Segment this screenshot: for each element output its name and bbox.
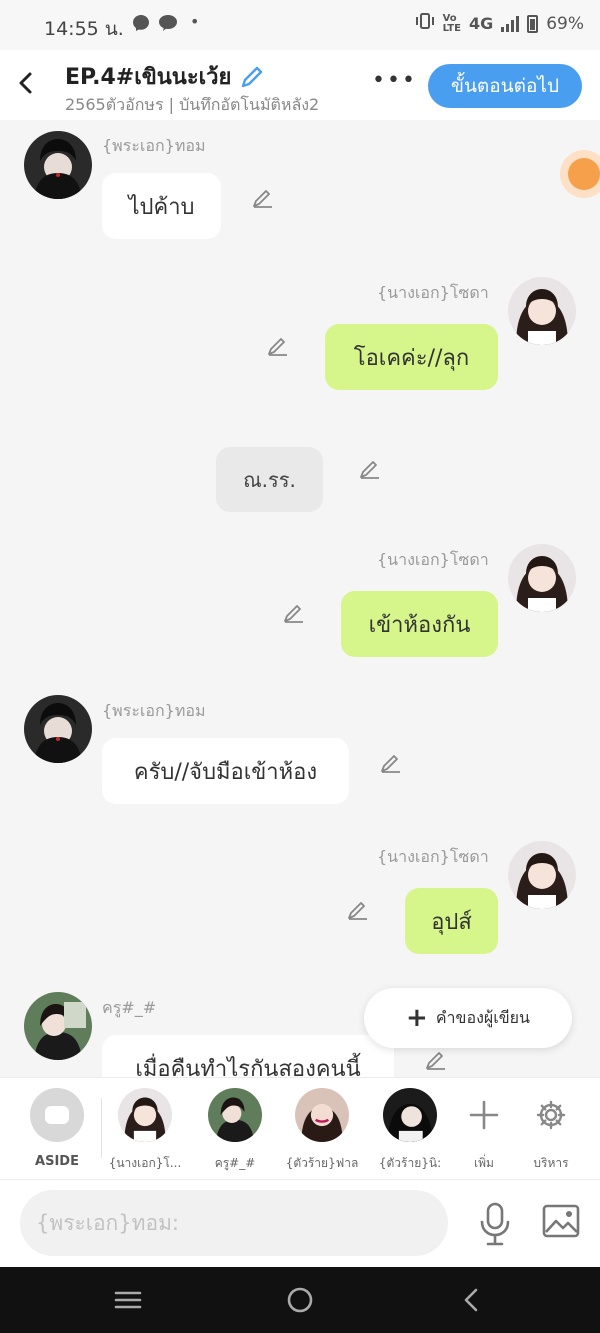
avatar-soda[interactable] (508, 277, 576, 345)
edit-message-icon[interactable] (346, 898, 370, 922)
character-bar: ASIDE {นางเอก}โ... ครู#_# {ตัวร้าย}ฟาล {… (0, 1077, 600, 1179)
message-input[interactable] (20, 1190, 448, 1256)
back-nav-icon[interactable] (452, 1285, 492, 1315)
back-arrow-icon[interactable] (14, 68, 38, 104)
divider (101, 1098, 102, 1158)
episode-title-text: EP.4#เขินนะเว้ย (65, 65, 232, 90)
plus-icon: + (406, 1003, 428, 1033)
edit-message-icon[interactable] (379, 751, 403, 775)
avatar-soda[interactable] (508, 544, 576, 612)
vibrate-icon (415, 13, 435, 34)
character-label: {นางเอก}โ... (108, 1156, 182, 1170)
status-time: 14:55 น. (44, 18, 124, 40)
avatar-soda[interactable] (508, 841, 576, 909)
manage-label: บริหาร (533, 1156, 569, 1170)
message-bubble[interactable]: เมื่อคืนทำไรกันสองคนนี้ (102, 1035, 394, 1077)
recent-apps-icon[interactable] (108, 1285, 148, 1315)
message-bubble[interactable]: เข้าห้องกัน (341, 591, 498, 657)
line-icon (158, 14, 178, 36)
aside-bubble[interactable]: ณ.รร. (216, 447, 323, 512)
aside-label: ASIDE (35, 1154, 79, 1169)
next-step-button[interactable]: ขั้นตอนต่อไป (428, 64, 582, 108)
edit-message-icon[interactable] (266, 334, 290, 358)
sender-name: {พระเอก}ทอม (102, 136, 206, 155)
microphone-icon[interactable] (478, 1202, 512, 1246)
character-avatar (295, 1088, 349, 1142)
system-nav-bar (0, 1267, 600, 1333)
author-note-button[interactable]: + คำของผู้เขียน (364, 988, 572, 1048)
character-item[interactable]: {ตัวร้าย}ฟาล (280, 1088, 364, 1173)
sender-name: {นางเอก}โซดา (377, 847, 489, 866)
message-bubble[interactable]: อุปส์ (405, 888, 498, 954)
chat-area[interactable]: {พระเอก}ทอม ไปค้าบ {นางเอก}โซดา โอเคค่ะ/… (0, 120, 600, 1077)
episode-subtitle: 2565ตัวอักษร | บันทึกอัตโนมัติหลัง2 (65, 95, 320, 114)
messenger-icon (132, 14, 150, 36)
sender-name: {นางเอก}โซดา (377, 283, 489, 302)
volte-icon: Vo LTE (442, 12, 461, 34)
battery-icon (527, 14, 539, 33)
gear-icon (509, 1088, 593, 1142)
status-bar: 14:55 น. • Vo LTE 4G 69% (0, 0, 600, 50)
composer-bar (0, 1179, 600, 1267)
character-label: ครู#_# (214, 1156, 256, 1170)
sender-name: {พระเอก}ทอม (102, 701, 206, 720)
sender-name: ครู#_# (102, 998, 157, 1017)
author-note-label: คำของผู้เขียน (435, 1007, 530, 1027)
message-bubble[interactable]: โอเคค่ะ//ลุก (325, 324, 498, 390)
dot-icon: • (190, 12, 200, 31)
home-icon[interactable] (280, 1285, 320, 1315)
image-icon[interactable] (542, 1204, 580, 1238)
avatar-tom[interactable] (24, 131, 92, 199)
network-label: 4G (468, 14, 494, 33)
aside-button[interactable]: ASIDE (15, 1088, 99, 1169)
edit-title-icon[interactable] (239, 64, 265, 90)
message-bubble[interactable]: ไปค้าบ (102, 173, 221, 239)
character-item[interactable]: {ตัวร้าย}นิ: (368, 1088, 452, 1173)
manage-button[interactable]: บริหาร (509, 1088, 593, 1173)
more-dots-icon[interactable]: ••• (372, 68, 417, 93)
sender-name: {นางเอก}โซดา (377, 550, 489, 569)
edit-message-icon[interactable] (251, 186, 275, 210)
character-label: {ตัวร้าย}ฟาล (285, 1156, 359, 1170)
edit-message-icon[interactable] (358, 457, 382, 481)
edit-message-icon[interactable] (282, 601, 306, 625)
character-avatar (118, 1088, 172, 1142)
character-avatar (383, 1088, 437, 1142)
message-bubble[interactable]: ครับ//จับมือเข้าห้อง (102, 738, 349, 804)
aside-icon (30, 1088, 84, 1142)
character-label: {ตัวร้าย}นิ: (378, 1156, 442, 1170)
episode-title[interactable]: EP.4#เขินนะเว้ย (65, 59, 265, 94)
battery-percent: 69% (546, 13, 584, 34)
character-item[interactable]: ครู#_# (193, 1088, 277, 1173)
status-right-group: Vo LTE 4G 69% (415, 13, 584, 34)
avatar-tom[interactable] (24, 695, 92, 763)
avatar-teacher[interactable] (24, 992, 92, 1060)
floating-action-icon[interactable] (560, 150, 600, 198)
character-item[interactable]: {นางเอก}โ... (103, 1088, 187, 1173)
app-header: EP.4#เขินนะเว้ย 2565ตัวอักษร | บันทึกอัต… (0, 50, 600, 120)
signal-icon (501, 15, 520, 32)
edit-message-icon[interactable] (424, 1048, 448, 1072)
character-avatar (208, 1088, 262, 1142)
